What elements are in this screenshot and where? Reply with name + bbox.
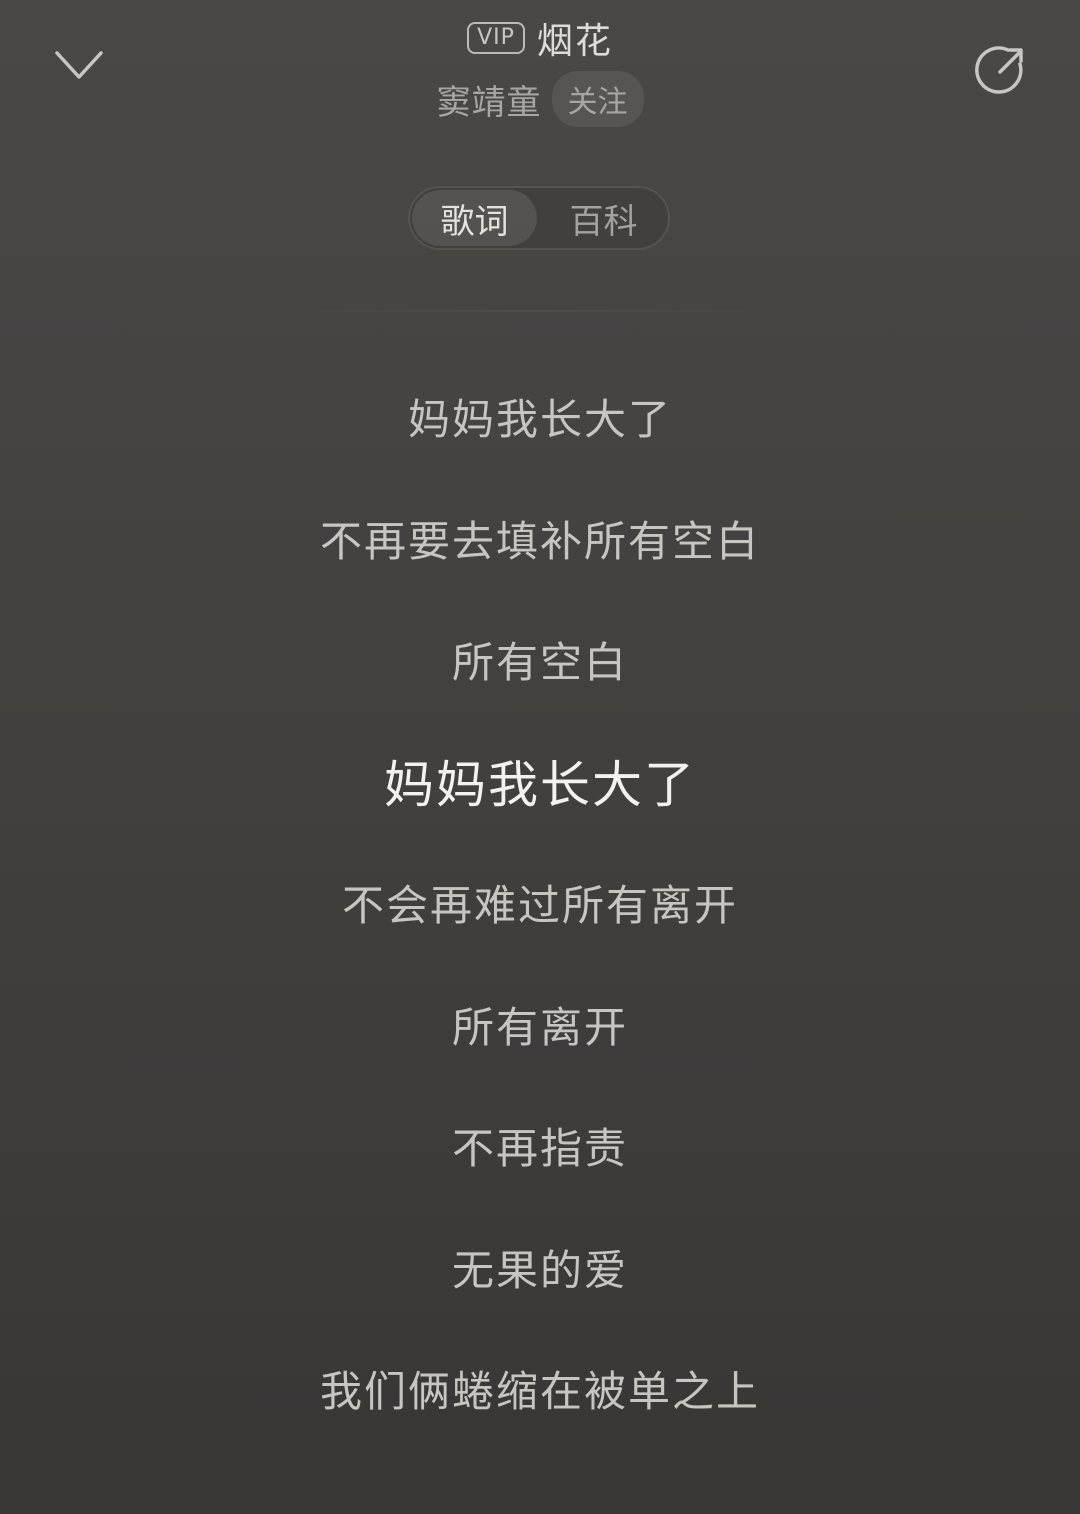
vip-badge: VIP xyxy=(467,22,525,54)
tab-switcher: 歌词 百科 xyxy=(408,186,670,250)
lyrics-list[interactable]: 妈妈我长大了 不再要去填补所有空白 所有空白 妈妈我长大了 不会再难过所有离开 … xyxy=(0,356,1080,1450)
lyric-line[interactable]: 妈妈我长大了 xyxy=(0,356,1080,478)
lyric-line[interactable]: 不再要去填补所有空白 xyxy=(0,478,1080,600)
lyric-line[interactable]: 无果的爱 xyxy=(0,1207,1080,1329)
divider xyxy=(280,310,780,312)
artist-row: 窦靖童 关注 xyxy=(0,71,1080,127)
follow-button[interactable]: 关注 xyxy=(551,71,644,127)
lyric-line[interactable]: 不会再难过所有离开 xyxy=(0,842,1080,964)
lyric-line[interactable]: 我们俩蜷缩在被单之上 xyxy=(0,1328,1080,1450)
song-title: 烟花 xyxy=(536,21,613,62)
lyric-line[interactable]: 不再指责 xyxy=(0,1085,1080,1207)
share-icon xyxy=(975,46,1023,94)
tab-encyclopedia[interactable]: 百科 xyxy=(541,190,666,246)
player-header: VIP 烟花 窦靖童 关注 xyxy=(0,0,1080,160)
lyric-line[interactable]: 所有离开 xyxy=(0,964,1080,1086)
current-lyric-line[interactable]: 妈妈我长大了 xyxy=(0,721,1080,843)
share-button[interactable] xyxy=(962,30,1042,110)
tab-lyrics[interactable]: 歌词 xyxy=(412,190,537,246)
artist-name[interactable]: 窦靖童 xyxy=(437,75,542,124)
song-title-row: VIP 烟花 xyxy=(0,12,1080,64)
lyric-line[interactable]: 所有空白 xyxy=(0,599,1080,721)
